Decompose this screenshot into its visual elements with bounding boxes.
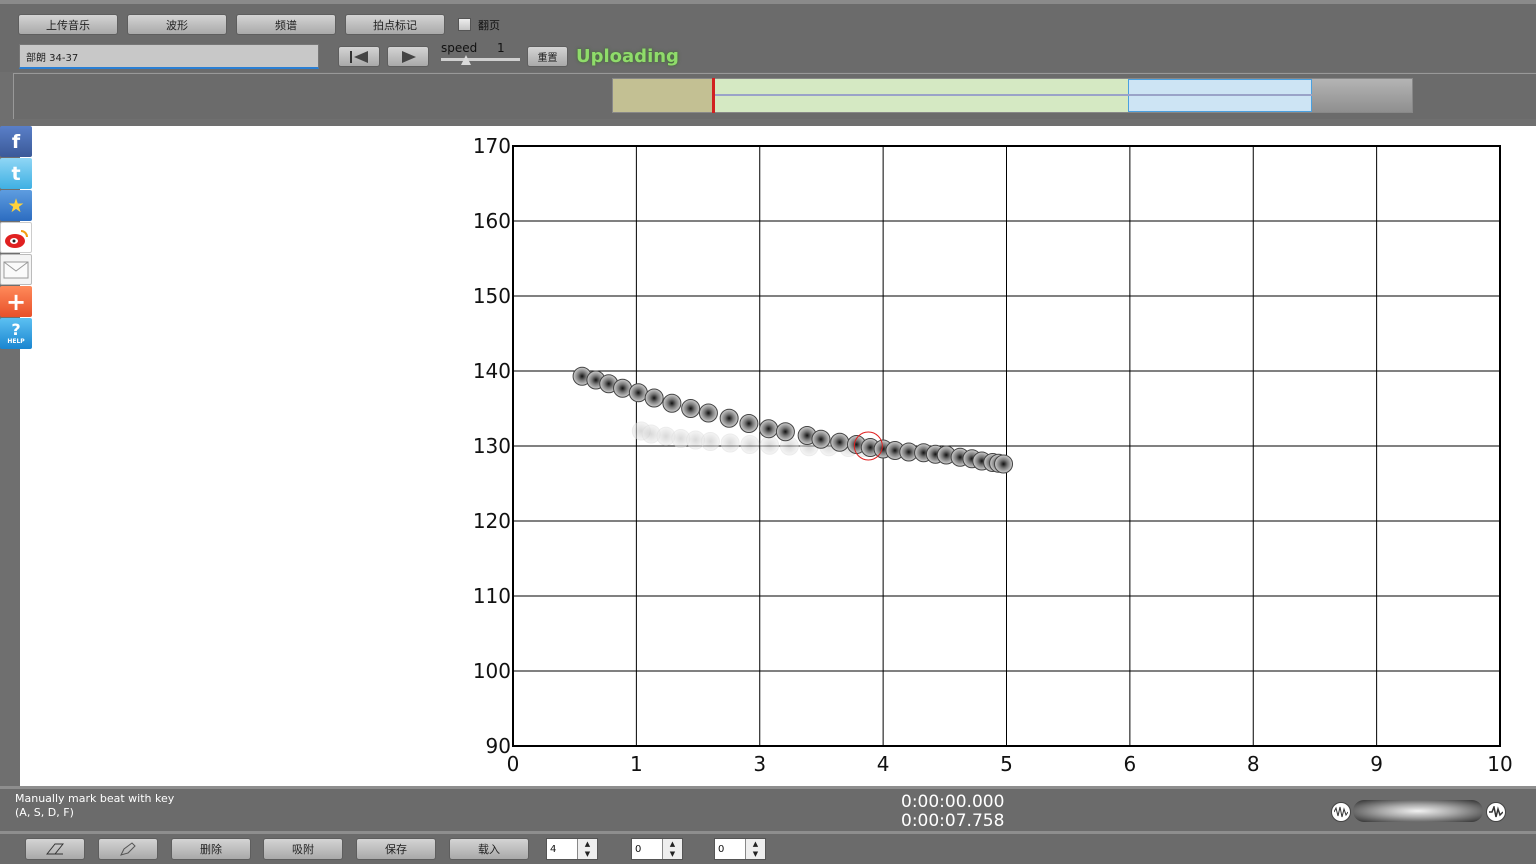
add-more-icon[interactable]: + xyxy=(0,286,32,317)
y-tick-label: 110 xyxy=(473,584,511,608)
pitch-point[interactable] xyxy=(613,378,633,398)
volume-high-icon[interactable] xyxy=(1486,802,1506,822)
hint-line-1: Manually mark beat with key xyxy=(15,792,175,805)
x-tick-label: 4 xyxy=(877,752,890,776)
pitch-point[interactable] xyxy=(628,383,648,403)
x-tick-label: 8 xyxy=(1247,752,1260,776)
load-button[interactable]: 载入 xyxy=(449,838,529,860)
save-button[interactable]: 保存 xyxy=(356,838,436,860)
pitch-point-faded[interactable] xyxy=(760,435,780,455)
x-tick-label: 9 xyxy=(1370,752,1383,776)
favorite-star-icon[interactable]: ★ xyxy=(0,190,32,221)
keyboard-hint: Manually mark beat with key (A, S, D, F) xyxy=(15,792,235,820)
snap-button[interactable]: 吸附 xyxy=(263,838,343,860)
x-tick-label: 5 xyxy=(1000,752,1013,776)
pitch-point[interactable] xyxy=(994,454,1014,474)
y-tick-label: 120 xyxy=(473,509,511,533)
current-time: 0:00:00.000 xyxy=(901,792,1005,812)
stepper-up-icon[interactable]: ▲ xyxy=(746,839,765,849)
y-tick-label: 150 xyxy=(473,284,511,308)
facebook-icon[interactable]: f xyxy=(0,126,32,157)
pitch-point[interactable] xyxy=(775,422,795,442)
y-tick-label: 90 xyxy=(486,734,511,758)
eraser-button[interactable] xyxy=(25,838,85,860)
y-tick-label: 100 xyxy=(473,659,511,683)
pitch-point-faded[interactable] xyxy=(740,435,760,454)
pitch-point[interactable] xyxy=(739,414,759,433)
offset-stepper[interactable]: ▲▼ xyxy=(631,838,683,860)
pen-button[interactable] xyxy=(98,838,158,860)
pitch-point[interactable] xyxy=(681,399,701,418)
delete-button[interactable]: 删除 xyxy=(171,838,251,860)
x-tick-label: 3 xyxy=(753,752,766,776)
help-icon-text: HELP xyxy=(7,337,25,345)
stepper-down-icon[interactable]: ▼ xyxy=(746,849,765,859)
twitter-icon[interactable]: t xyxy=(0,158,32,189)
y-tick-label: 160 xyxy=(473,209,511,233)
weibo-icon[interactable] xyxy=(0,222,32,253)
volume-low-icon[interactable] xyxy=(1331,802,1351,822)
offset-input[interactable] xyxy=(632,839,662,859)
pitch-point[interactable] xyxy=(644,388,664,408)
stepper-down-icon[interactable]: ▼ xyxy=(663,849,682,859)
beat-editor-app: 上传音乐 波形 频谱 拍点标记 翻页 speed 1 重置 Uploading … xyxy=(0,0,1536,864)
volume-control[interactable] xyxy=(1331,799,1507,824)
pitch-point[interactable] xyxy=(662,393,682,413)
x-tick-label: 6 xyxy=(1124,752,1137,776)
volume-slider[interactable] xyxy=(1353,800,1483,822)
stepper-down-icon[interactable]: ▼ xyxy=(578,849,597,859)
y-tick-label: 170 xyxy=(473,134,511,158)
help-icon[interactable]: ? HELP xyxy=(0,318,32,349)
pen-icon xyxy=(120,842,136,856)
hint-line-2: (A, S, D, F) xyxy=(15,806,74,819)
eraser-icon xyxy=(46,843,64,855)
shift-input[interactable] xyxy=(715,839,745,859)
y-tick-label: 140 xyxy=(473,359,511,383)
stepper-up-icon[interactable]: ▲ xyxy=(663,839,682,849)
shift-stepper[interactable]: ▲▼ xyxy=(714,838,766,860)
pitch-point[interactable] xyxy=(759,419,779,439)
mail-icon[interactable] xyxy=(0,254,32,285)
pitch-point[interactable] xyxy=(811,429,831,449)
pitch-scatter-chart[interactable]: 0 1 3 4 5 6 8 9 1090100110120130140150160170 xyxy=(0,0,1536,864)
y-tick-label: 130 xyxy=(473,434,511,458)
pitch-point[interactable] xyxy=(719,408,739,428)
pitch-point-faded[interactable] xyxy=(720,433,740,453)
beats-per-bar-stepper[interactable]: ▲▼ xyxy=(546,838,598,860)
pitch-point[interactable] xyxy=(698,403,718,423)
total-time: 0:00:07.758 xyxy=(901,811,1005,831)
x-tick-label: 1 xyxy=(630,752,643,776)
beats-per-bar-input[interactable] xyxy=(547,839,577,859)
pitch-point-faded[interactable] xyxy=(700,432,720,451)
x-tick-label: 10 xyxy=(1487,752,1512,776)
stepper-up-icon[interactable]: ▲ xyxy=(578,839,597,849)
pitch-point[interactable] xyxy=(830,432,850,452)
